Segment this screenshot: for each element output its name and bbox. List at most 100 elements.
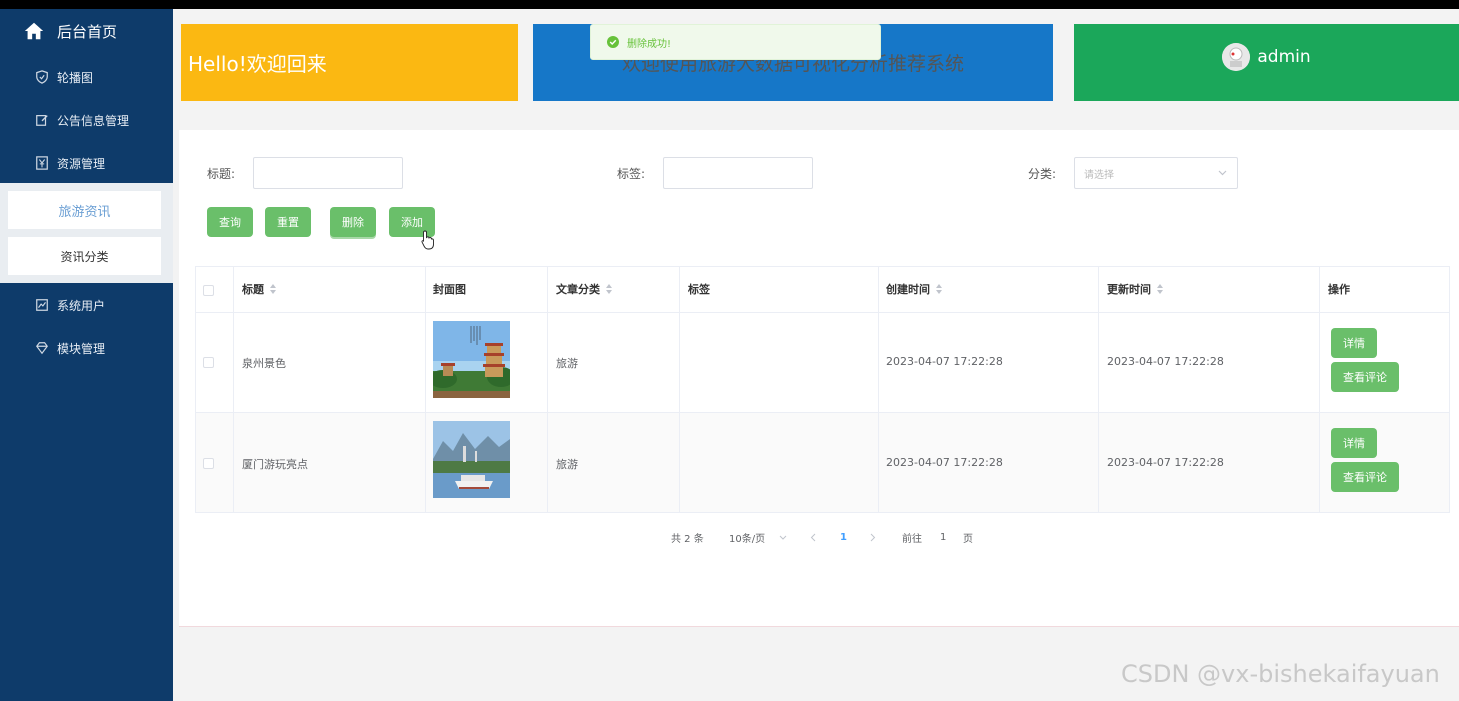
top-black-bar bbox=[0, 0, 1459, 9]
header-created[interactable]: 创建时间 bbox=[886, 266, 942, 312]
welcome-card: Hello!欢迎回来 bbox=[181, 24, 518, 101]
sidebar-item-users[interactable]: 系统用户 bbox=[0, 285, 173, 325]
sort-icon[interactable] bbox=[1157, 284, 1163, 294]
category-select[interactable]: 请选择 bbox=[1074, 157, 1238, 189]
yen-icon bbox=[36, 156, 48, 170]
sidebar-item-modules[interactable]: 模块管理 bbox=[0, 328, 173, 368]
header-created-label: 创建时间 bbox=[886, 283, 930, 296]
sidebar-sub-travel-news[interactable]: 旅游资讯 bbox=[8, 191, 161, 229]
header-actions: 操作 bbox=[1328, 266, 1350, 312]
select-all-checkbox[interactable] bbox=[203, 285, 214, 296]
header-updated[interactable]: 更新时间 bbox=[1107, 266, 1163, 312]
row-created: 2023-04-07 17:22:28 bbox=[886, 355, 1003, 368]
col-divider bbox=[1319, 266, 1320, 513]
next-page-icon[interactable] bbox=[870, 533, 876, 542]
header-updated-label: 更新时间 bbox=[1107, 283, 1151, 296]
toast-message: 删除成功! bbox=[627, 38, 672, 50]
col-divider bbox=[679, 266, 680, 513]
row-title: 厦门游玩亮点 bbox=[242, 458, 308, 471]
sidebar-item-carousel[interactable]: 轮播图 bbox=[0, 57, 173, 97]
category-select-placeholder: 请选择 bbox=[1084, 169, 1114, 181]
add-button-label: 添加 bbox=[401, 216, 423, 229]
header-cover-label: 封面图 bbox=[433, 283, 466, 296]
row-category: 旅游 bbox=[556, 357, 578, 370]
header-tag: 标签 bbox=[688, 266, 710, 312]
chevron-down-icon bbox=[779, 535, 787, 540]
sort-icon[interactable] bbox=[936, 284, 942, 294]
chart-icon bbox=[36, 299, 48, 311]
detail-button[interactable]: 详情 bbox=[1331, 428, 1377, 458]
avatar-image bbox=[1222, 42, 1251, 71]
view-comments-label: 查看评论 bbox=[1343, 471, 1387, 484]
sidebar-item-resources[interactable]: 资源管理 bbox=[0, 143, 173, 183]
pager-total: 共 2 条 bbox=[671, 533, 704, 545]
sort-icon[interactable] bbox=[270, 284, 276, 294]
sidebar-item-label: 公告信息管理 bbox=[57, 113, 130, 128]
tag-filter-input[interactable] bbox=[663, 157, 813, 189]
row-created: 2023-04-07 17:22:28 bbox=[886, 456, 1003, 469]
welcome-text: Hello!欢迎回来 bbox=[188, 52, 327, 76]
row-checkbox[interactable] bbox=[203, 458, 214, 469]
col-divider bbox=[233, 266, 234, 513]
page-size-value: 10条/页 bbox=[729, 533, 766, 545]
chevron-down-icon bbox=[1218, 170, 1227, 176]
tag-filter-label: 标签: bbox=[617, 167, 646, 181]
header-category[interactable]: 文章分类 bbox=[556, 266, 612, 312]
diamond-icon bbox=[36, 342, 48, 355]
view-comments-button[interactable]: 查看评论 bbox=[1331, 462, 1399, 492]
detail-button[interactable]: 详情 bbox=[1331, 328, 1377, 358]
edit-icon bbox=[36, 115, 48, 126]
query-button[interactable]: 查询 bbox=[207, 207, 253, 237]
sidebar-item-label: 资源管理 bbox=[57, 156, 106, 171]
header-cover: 封面图 bbox=[433, 266, 466, 312]
home-icon bbox=[24, 22, 44, 40]
sidebar-item-label: 系统用户 bbox=[57, 298, 106, 313]
title-filter-input[interactable] bbox=[253, 157, 403, 189]
row-updated: 2023-04-07 17:22:28 bbox=[1107, 456, 1224, 469]
success-toast: 删除成功! bbox=[590, 24, 881, 60]
user-card[interactable]: admin bbox=[1074, 24, 1459, 101]
cover-image[interactable] bbox=[433, 321, 510, 398]
delete-button[interactable]: 删除 bbox=[330, 207, 376, 237]
hand-cursor-icon bbox=[421, 230, 434, 250]
goto-label: 前往 bbox=[902, 533, 922, 545]
goto-page-input[interactable]: 1 bbox=[940, 530, 946, 544]
watermark: CSDN @vx-bishekaifayuan bbox=[1121, 660, 1440, 688]
sort-icon[interactable] bbox=[606, 284, 612, 294]
sidebar-home[interactable]: 后台首页 bbox=[0, 9, 173, 53]
row-checkbox[interactable] bbox=[203, 357, 214, 368]
header-tag-label: 标签 bbox=[688, 283, 710, 296]
reset-button[interactable]: 重置 bbox=[265, 207, 311, 237]
table-row-divider bbox=[195, 412, 1450, 413]
category-filter-label: 分类: bbox=[1028, 167, 1057, 181]
avatar[interactable] bbox=[1222, 42, 1251, 71]
page-size-select[interactable]: 10条/页 bbox=[729, 530, 787, 545]
header-title-label: 标题 bbox=[242, 283, 264, 296]
page-suffix: 页 bbox=[963, 533, 973, 545]
sidebar-home-label: 后台首页 bbox=[57, 22, 118, 41]
sidebar-item-notice[interactable]: 公告信息管理 bbox=[0, 100, 173, 140]
page-number-current[interactable]: 1 bbox=[840, 530, 847, 544]
col-divider bbox=[1098, 266, 1099, 513]
cover-image[interactable] bbox=[433, 421, 510, 498]
header-title[interactable]: 标题 bbox=[242, 266, 276, 312]
table-header-divider bbox=[195, 312, 1450, 313]
table-row-stripe bbox=[196, 413, 1449, 512]
sidebar-sub-label: 资讯分类 bbox=[60, 249, 109, 264]
pagoda-image bbox=[433, 321, 510, 398]
view-comments-button[interactable]: 查看评论 bbox=[1331, 362, 1399, 392]
shield-icon bbox=[36, 70, 48, 84]
view-comments-label: 查看评论 bbox=[1343, 371, 1387, 384]
header-category-label: 文章分类 bbox=[556, 283, 600, 296]
row-category: 旅游 bbox=[556, 458, 578, 471]
sidebar-sub-label: 旅游资讯 bbox=[58, 204, 111, 220]
prev-page-icon[interactable] bbox=[810, 533, 816, 542]
sidebar-item-label: 轮播图 bbox=[57, 70, 94, 85]
username: admin bbox=[1257, 46, 1311, 67]
reset-button-label: 重置 bbox=[277, 216, 299, 229]
detail-button-label: 详情 bbox=[1343, 337, 1365, 350]
row-title: 泉州景色 bbox=[242, 357, 286, 370]
title-filter-label: 标题: bbox=[207, 167, 236, 181]
sidebar-sub-news-category[interactable]: 资讯分类 bbox=[8, 237, 161, 275]
query-button-label: 查询 bbox=[219, 216, 241, 229]
